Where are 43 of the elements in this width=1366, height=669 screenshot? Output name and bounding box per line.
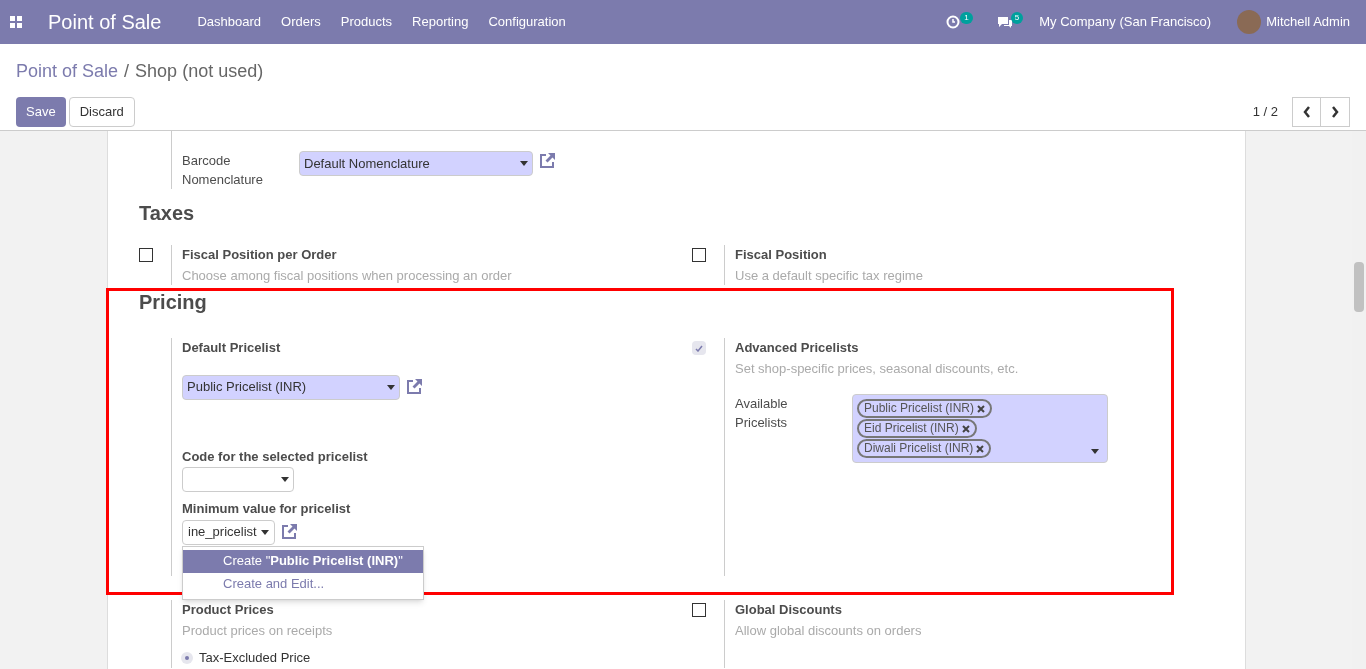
setting-description: Use a default specific tax regime <box>735 266 924 285</box>
setting-description: Choose among fiscal positions when processing an order <box>182 266 513 285</box>
pager-value: 1 / 2 <box>1252 103 1278 122</box>
user-name[interactable]: Mitchell Admin <box>1266 12 1350 32</box>
discard-button[interactable]: Discard <box>68 97 135 127</box>
pricelist-tag: Diwali Pricelist (INR) <box>857 439 992 458</box>
setting-title: Global Discounts <box>735 601 843 619</box>
activity-count-badge: 1 <box>960 12 973 24</box>
nav-menu-item[interactable]: Configuration <box>478 12 576 32</box>
setting-title: Minimum value for pricelist <box>182 500 352 518</box>
app-title[interactable]: Point of Sale <box>48 7 162 37</box>
setting-description: Allow global discounts on orders <box>735 621 923 640</box>
setting-description: Product prices on receipts <box>182 621 334 640</box>
pricelist-tag: Eid Pricelist (INR) <box>857 419 977 438</box>
breadcrumb-separator: / <box>124 60 130 83</box>
radio-label: Tax-Excluded Price <box>199 649 311 667</box>
section-heading: Pricing <box>138 290 208 315</box>
nomenclature-select[interactable]: Default Nomenclature <box>299 151 533 176</box>
nav-menu-item[interactable]: Dashboard <box>187 12 272 32</box>
message-count-badge: 5 <box>1010 12 1024 24</box>
nav-menu-item[interactable]: Reporting <box>402 12 479 32</box>
dropdown-option[interactable]: Create "Public Pricelist (INR)" <box>183 549 423 573</box>
nav-menu-item[interactable]: Products <box>330 12 403 32</box>
company-switcher[interactable]: My Company (San Francisco) <box>1039 12 1212 32</box>
pricelist-tag: Public Pricelist (INR) <box>857 399 992 418</box>
field-label: Barcode Nomenclature <box>182 152 264 189</box>
section-heading: Taxes <box>138 201 196 226</box>
setting-title: Code for the selected pricelist <box>182 447 369 466</box>
setting-title: Fiscal Position <box>735 246 828 264</box>
breadcrumb-current: Shop (not used) <box>135 60 264 83</box>
pricelists-tag-field[interactable]: Public Pricelist (INR) Eid Pricelist (INR) Diwali Pricelist (INR) <box>852 394 1108 463</box>
setting-title: Product Prices <box>182 601 275 619</box>
pricelist-select[interactable]: Public Pricelist (INR) <box>182 374 400 400</box>
setting-title: Fiscal Position per Order <box>182 246 338 264</box>
minimum-value-field[interactable]: ine_pricelist <box>182 519 275 545</box>
nav-menu-item[interactable]: Orders <box>271 12 331 32</box>
dropdown-option[interactable]: Create and Edit... <box>183 572 423 596</box>
save-button[interactable]: Save <box>16 97 66 127</box>
field-label: Available Pricelists <box>735 395 789 432</box>
setting-title: Advanced Pricelists <box>735 339 860 357</box>
setting-title: Default Pricelist <box>182 339 282 357</box>
breadcrumb-link[interactable]: Point of Sale <box>16 58 119 85</box>
setting-description: Set shop-specific prices, seasonal discounts, etc. <box>735 359 1020 378</box>
